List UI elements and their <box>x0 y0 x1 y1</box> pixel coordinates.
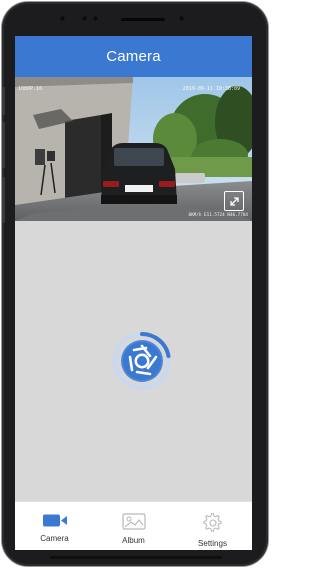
page-title: Camera <box>106 48 161 65</box>
app-screen: Camera 1080P.16 2019-09-11 10:38:09 0KM/… <box>15 36 252 550</box>
volume-down-button <box>2 122 5 168</box>
phone-top-bezel <box>0 0 272 36</box>
front-camera <box>82 16 87 21</box>
camera-aperture-spinner-icon <box>113 332 171 390</box>
earpiece-speaker <box>121 18 165 21</box>
tab-album-label: Album <box>122 536 145 545</box>
gear-icon <box>202 513 222 532</box>
live-video-preview[interactable]: 1080P.16 2019-09-11 10:38:09 0KM/h E11.5… <box>15 77 252 221</box>
expand-icon <box>229 196 239 206</box>
tab-settings[interactable]: Settings <box>173 502 252 550</box>
main-content-area <box>15 221 252 501</box>
tab-camera[interactable]: Camera <box>15 502 94 550</box>
light-sensor <box>179 16 184 21</box>
gps-overlay: 0KM/h E11.5724 N46.7784 <box>188 213 249 218</box>
image-icon <box>121 513 146 530</box>
fullscreen-button[interactable] <box>224 191 244 211</box>
timestamp-overlay: 2019-09-11 10:38:09 <box>182 86 240 92</box>
video-camera-icon <box>42 514 67 527</box>
tab-settings-label: Settings <box>198 539 227 548</box>
tab-album[interactable]: Album <box>94 502 173 550</box>
proximity-sensor <box>60 16 65 21</box>
resolution-overlay: 1080P.16 <box>18 86 43 92</box>
app-header: Camera <box>15 36 252 77</box>
bixby-button <box>2 177 5 223</box>
bottom-tab-bar: Camera Album Settings <box>15 501 252 550</box>
iris-sensor <box>93 16 98 21</box>
volume-up-button <box>2 87 5 115</box>
phone-bottom-edge <box>50 556 222 559</box>
tab-camera-label: Camera <box>40 534 69 543</box>
dashcam-frame <box>15 77 252 221</box>
